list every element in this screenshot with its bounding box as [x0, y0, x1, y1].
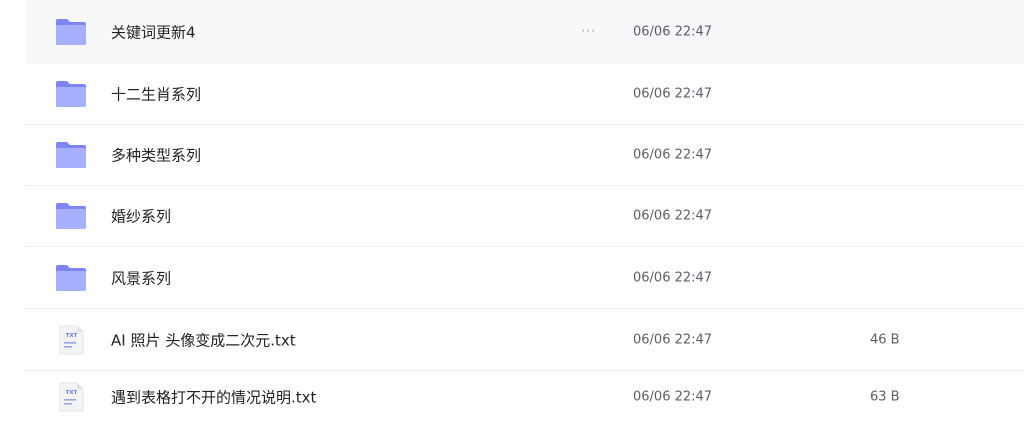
- item-name: 婚纱系列: [111, 207, 172, 226]
- folder-icon: [54, 79, 88, 109]
- item-date: 06/06 22:47: [633, 86, 713, 102]
- txt-file-icon: TXT: [54, 325, 88, 355]
- item-size: 63 B: [870, 389, 900, 405]
- item-size: 46 B: [870, 332, 900, 348]
- list-item-file[interactable]: TXT AI 照片 头像变成二次元.txt 06/06 22:47 46 B: [25, 310, 1024, 371]
- item-name: AI 照片 头像变成二次元.txt: [111, 331, 296, 350]
- list-item-folder[interactable]: 婚纱系列 06/06 22:47: [25, 186, 1024, 247]
- file-list: 关键词更新4 ··· 06/06 22:47 十二生肖系列 06/06 22:4…: [0, 0, 1024, 423]
- list-item-folder[interactable]: 关键词更新4 ··· 06/06 22:47: [25, 0, 1024, 64]
- item-date: 06/06 22:47: [633, 147, 713, 163]
- item-name: 遇到表格打不开的情况说明.txt: [111, 388, 317, 407]
- txt-icon-label: TXT: [66, 333, 78, 339]
- item-date: 06/06 22:47: [633, 332, 713, 348]
- item-date: 06/06 22:47: [633, 24, 713, 39]
- list-item-file[interactable]: TXT 遇到表格打不开的情况说明.txt 06/06 22:47 63 B: [25, 371, 1024, 423]
- more-options-icon[interactable]: ···: [581, 25, 596, 38]
- txt-file-icon: TXT: [54, 382, 88, 412]
- item-name: 关键词更新4: [111, 23, 196, 41]
- list-item-folder[interactable]: 风景系列 06/06 22:47: [25, 248, 1024, 309]
- item-date: 06/06 22:47: [633, 270, 713, 286]
- folder-icon: [54, 17, 88, 47]
- folder-icon: [54, 201, 88, 231]
- list-item-folder[interactable]: 多种类型系列 06/06 22:47: [25, 125, 1024, 186]
- list-item-folder[interactable]: 十二生肖系列 06/06 22:47: [25, 64, 1024, 125]
- item-name: 风景系列: [111, 269, 172, 288]
- item-name: 多种类型系列: [111, 146, 202, 165]
- item-date: 06/06 22:47: [633, 208, 713, 224]
- txt-icon-label: TXT: [66, 390, 78, 396]
- folder-icon: [54, 263, 88, 293]
- item-name: 十二生肖系列: [111, 85, 202, 104]
- folder-icon: [54, 140, 88, 170]
- item-date: 06/06 22:47: [633, 389, 713, 405]
